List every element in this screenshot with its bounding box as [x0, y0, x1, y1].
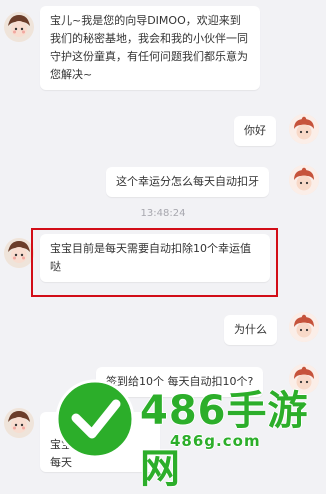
message-text: 这个幸运分怎么每天自动扣牙: [116, 175, 259, 188]
message-text: 宝儿~我是您的向导DIMOO，欢迎来到我们的秘密基地，我会和我的小伙伴一同守护这…: [50, 14, 248, 81]
message-text: 你好: [244, 124, 266, 137]
watermark-domain: 486g.com: [170, 432, 261, 450]
message-bubble-2: 你好: [234, 116, 276, 146]
message-timestamp: 13:48:24: [140, 208, 186, 219]
chat-window: 宝儿~我是您的向导DIMOO，欢迎来到我们的秘密基地，我会和我的小伙伴一同守护这…: [0, 0, 326, 492]
message-text: 为什么: [234, 323, 267, 336]
message-bubble-5: 为什么: [224, 315, 277, 345]
user-avatar-icon[interactable]: [289, 165, 319, 195]
message-text: 宝宝目前是每天需要自动扣除10个幸运值哒: [50, 242, 251, 273]
user-avatar-icon[interactable]: [289, 114, 319, 144]
user-avatar-icon[interactable]: [289, 312, 319, 342]
dimoo-avatar-icon[interactable]: [4, 408, 34, 438]
watermark-logo-icon: [54, 378, 136, 460]
message-bubble-3: 这个幸运分怎么每天自动扣牙: [106, 167, 269, 197]
watermark: 486手游网 486g.com: [54, 372, 324, 492]
dimoo-avatar-icon[interactable]: [4, 238, 34, 268]
message-bubble-4: 宝宝目前是每天需要自动扣除10个幸运值哒: [40, 234, 270, 282]
message-bubble-1: 宝儿~我是您的向导DIMOO，欢迎来到我们的秘密基地，我会和我的小伙伴一同守护这…: [40, 6, 260, 90]
dimoo-avatar-icon[interactable]: [4, 12, 34, 42]
